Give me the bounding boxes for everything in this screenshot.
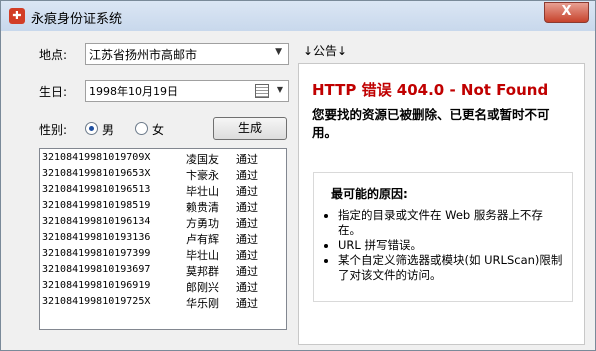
location-label: 地点:: [39, 48, 68, 62]
reason-item: 指定的目录或文件在 Web 服务器上不存在。: [338, 208, 564, 238]
app-logo-icon: ✚: [9, 8, 25, 24]
chevron-down-icon[interactable]: ▼: [277, 85, 283, 94]
birthday-value: 1998年10月19日: [89, 85, 178, 98]
chevron-down-icon[interactable]: ▼: [275, 47, 282, 57]
error-title: HTTP 错误 404.0 - Not Found: [312, 81, 549, 99]
birthday-label: 生日:: [39, 85, 68, 99]
reason-item: 某个自定义筛选器或模块(如 URLScan)限制了对该文件的访问。: [338, 253, 564, 283]
notice-panel: HTTP 错误 404.0 - Not Found 您要找的资源已被删除、已更名…: [298, 63, 585, 345]
app-window: ✚ 永痕身份证系统 X 地点: 江苏省扬州市高邮市 ▼ 生日: 1998年10月…: [0, 0, 596, 351]
location-select[interactable]: 江苏省扬州市高邮市 ▼: [85, 43, 289, 65]
gender-label: 性别:: [39, 123, 68, 137]
reason-item: URL 拼写错误。: [338, 238, 564, 253]
title-bar[interactable]: ✚ 永痕身份证系统 X: [1, 1, 595, 31]
reasons-list: 指定的目录或文件在 Web 服务器上不存在。 URL 拼写错误。 某个自定义筛选…: [314, 208, 564, 283]
gender-female-label: 女: [152, 123, 165, 137]
reasons-heading: 最可能的原因:: [331, 187, 408, 201]
gender-male-label: 男: [102, 123, 115, 137]
birthday-picker[interactable]: 1998年10月19日 ▼: [85, 80, 289, 102]
location-value: 江苏省扬州市高邮市: [89, 48, 198, 62]
error-description: 您要找的资源已被删除、已更名或暂时不可用。: [312, 107, 550, 140]
notice-title: ↓公告↓: [303, 44, 348, 58]
radio-selected-icon[interactable]: [85, 122, 98, 135]
results-list[interactable]: 32108419981019709X 凌国友 通过 3210841998101965…: [39, 148, 287, 330]
window-title: 永痕身份证系统: [31, 12, 123, 27]
reasons-box: 最可能的原因: 指定的目录或文件在 Web 服务器上不存在。 URL 拼写错误。…: [313, 172, 573, 302]
calendar-icon[interactable]: [255, 84, 269, 98]
radio-unselected-icon[interactable]: [135, 122, 148, 135]
generate-button[interactable]: 生成: [213, 117, 287, 140]
close-button[interactable]: X: [544, 2, 589, 23]
